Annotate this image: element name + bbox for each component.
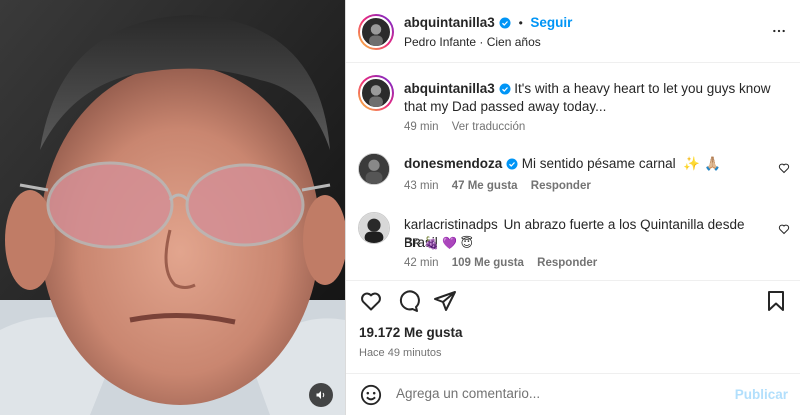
comment-username[interactable]: donesmendoza xyxy=(404,156,502,171)
heart-icon[interactable] xyxy=(359,289,383,313)
share-icon[interactable] xyxy=(433,289,457,313)
comment-emoji: ✨ 🙏🏼 xyxy=(683,156,721,171)
comment-username[interactable]: karlacristinadps xyxy=(404,217,498,232)
post-timestamp[interactable]: Hace 49 minutos xyxy=(359,347,442,359)
more-options-icon[interactable] xyxy=(772,24,786,38)
comment-time[interactable]: 43 min xyxy=(404,180,439,192)
comment-text: Mi sentido pésame carnal xyxy=(521,156,676,171)
header-separator: • xyxy=(518,16,523,30)
comment-likes[interactable]: 47 Me gusta xyxy=(452,180,518,192)
post-photo xyxy=(0,0,345,415)
comment-likes[interactable]: 109 Me gusta xyxy=(452,257,524,269)
post-media[interactable] xyxy=(0,0,345,415)
comment-composer: Publicar xyxy=(346,373,800,415)
bookmark-icon[interactable] xyxy=(764,289,788,313)
verified-icon xyxy=(506,158,518,170)
translate-button[interactable]: Ver traducción xyxy=(452,121,526,133)
heart-icon[interactable] xyxy=(778,223,790,235)
comment-avatar[interactable] xyxy=(358,153,390,185)
publish-button[interactable]: Publicar xyxy=(735,387,788,402)
caption-username[interactable]: abquintanilla3 xyxy=(404,81,495,96)
comment-avatar[interactable] xyxy=(358,212,390,244)
reply-button[interactable]: Responder xyxy=(537,257,597,269)
follow-button[interactable]: Seguir xyxy=(530,15,572,30)
comment-icon[interactable] xyxy=(396,289,420,313)
verified-icon xyxy=(499,83,511,95)
emoji-icon[interactable] xyxy=(360,384,382,406)
reply-button[interactable]: Responder xyxy=(531,180,591,192)
likes-count[interactable]: 19.172 Me gusta xyxy=(359,325,463,340)
sound-icon xyxy=(316,391,325,399)
verified-icon xyxy=(499,17,511,29)
caption-avatar[interactable] xyxy=(358,75,394,111)
heart-icon[interactable] xyxy=(778,162,790,174)
post-header: abquintanilla3 • Seguir Pedro Infante · … xyxy=(346,0,800,63)
caption-time[interactable]: 49 min xyxy=(404,121,439,133)
post-location[interactable]: Pedro Infante · Cien años xyxy=(404,35,541,49)
comment-input[interactable] xyxy=(396,386,696,401)
post-actions: 19.172 Me gusta Hace 49 minutos xyxy=(346,280,800,372)
avatar[interactable] xyxy=(358,14,394,50)
post-panel: abquintanilla3 • Seguir Pedro Infante · … xyxy=(346,0,800,415)
mute-button[interactable] xyxy=(309,383,333,407)
comment-emoji: BR 🍇 💜 😇 xyxy=(404,236,474,250)
comment-time[interactable]: 42 min xyxy=(404,257,439,269)
header-username[interactable]: abquintanilla3 xyxy=(404,15,495,30)
